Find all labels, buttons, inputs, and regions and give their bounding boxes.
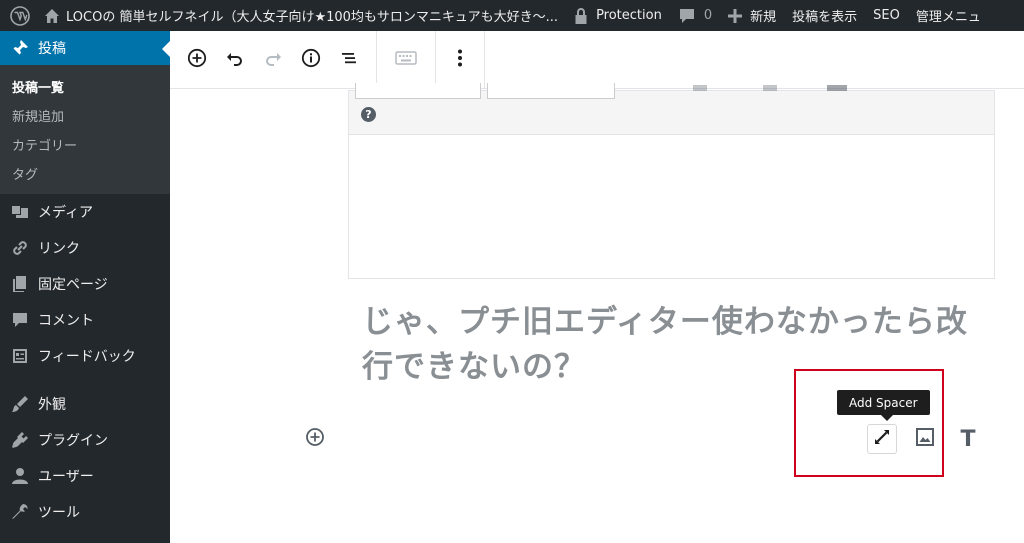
submenu-all-posts[interactable]: 投稿一覧 (0, 72, 170, 101)
plus-circle-icon (305, 427, 325, 451)
sidebar-item-label: メディア (38, 205, 94, 221)
posts-submenu: 投稿一覧 新規追加 カテゴリー タグ (0, 65, 170, 194)
editor-toolbar (170, 30, 1024, 89)
add-paragraph-button[interactable]: T (953, 424, 983, 454)
sidebar-item-plugins[interactable]: プラグイン (0, 422, 170, 458)
comment-bubble-icon (679, 8, 694, 23)
redo-button[interactable] (254, 41, 292, 79)
paragraph-text-icon: T (960, 426, 976, 452)
format-select[interactable] (355, 83, 481, 99)
editor-canvas: ? じゃ、プチ旧エディター使わなかったら改行できないの？ Add Spacer … (170, 83, 1024, 543)
sidebar-item-comments[interactable]: コメント (0, 302, 170, 338)
toolbar-divider (484, 30, 485, 89)
comment-count: 0 (703, 8, 713, 23)
keyboard-shortcuts-button[interactable] (387, 41, 425, 79)
sidebar-item-label: コメント (38, 313, 94, 329)
user-icon (10, 466, 30, 486)
sidebar-item-label: 外観 (38, 397, 66, 413)
feedback-icon (10, 346, 30, 366)
plugin-icon (10, 430, 30, 450)
plus-icon (728, 8, 743, 23)
comments-menu[interactable]: 0 (670, 0, 720, 31)
sidebar-item-label: 投稿 (38, 41, 66, 57)
sidebar-item-label: プラグイン (38, 433, 108, 449)
view-post-link[interactable]: 投稿を表示 (784, 0, 865, 31)
info-icon (301, 48, 321, 72)
link-icon (10, 238, 30, 258)
protection-menu[interactable]: Protection (566, 0, 670, 31)
site-title: LOCOの 簡単セルフネイル（大人女子向け★100均もサロンマニキュアも大好き〜… (66, 10, 559, 25)
help-icon[interactable]: ? (361, 107, 376, 122)
classic-block-toolbar: ? (349, 83, 994, 135)
sidebar-item-users[interactable]: ユーザー (0, 458, 170, 494)
submenu-categories[interactable]: カテゴリー (0, 130, 170, 159)
view-post-label: 投稿を表示 (792, 10, 858, 25)
menu-separator (0, 374, 170, 386)
undo-button[interactable] (216, 41, 254, 79)
plus-circle-icon (187, 48, 207, 72)
sidebar-item-links[interactable]: リンク (0, 230, 170, 266)
appearance-icon (10, 394, 30, 414)
undo-icon (225, 48, 245, 72)
admin-menu[interactable]: 管理メニュ (908, 0, 989, 31)
toolbar-glyph[interactable] (763, 85, 777, 91)
more-options-button[interactable] (441, 41, 479, 79)
submenu-tags[interactable]: タグ (0, 159, 170, 188)
new-content-menu[interactable]: 新規 (720, 0, 784, 31)
tools-icon (10, 502, 30, 522)
keyboard-icon (395, 50, 417, 70)
site-name-link[interactable]: LOCOの 簡単セルフネイル（大人女子向け★100均もサロンマニキュアも大好き〜… (40, 0, 566, 31)
sidebar-item-label: ツール (38, 505, 80, 521)
sidebar-item-label: ユーザー (38, 469, 94, 485)
list-icon (339, 48, 359, 72)
pin-icon (10, 38, 30, 58)
home-icon (45, 8, 59, 23)
sidebar-item-pages[interactable]: 固定ページ (0, 266, 170, 302)
sidebar-item-label: フィードバック (38, 349, 136, 365)
page-icon (10, 274, 30, 294)
new-label: 新規 (750, 10, 777, 25)
sidebar-item-label: 固定ページ (38, 277, 108, 293)
highlight-annotation (794, 369, 944, 477)
toolbar-glyph[interactable] (827, 85, 847, 91)
protection-label: Protection (596, 8, 662, 23)
redo-icon (263, 48, 283, 72)
toolbar-glyph[interactable] (693, 85, 707, 91)
sidebar-item-feedback[interactable]: フィードバック (0, 338, 170, 374)
sidebar-item-appearance[interactable]: 外観 (0, 386, 170, 422)
font-size-select[interactable] (487, 83, 615, 99)
media-icon (10, 202, 30, 222)
inline-inserter-button[interactable] (304, 428, 326, 450)
add-block-button[interactable] (178, 41, 216, 79)
admin-menu-label: 管理メニュ (915, 10, 981, 25)
admin-sidebar: 投稿 投稿一覧 新規追加 カテゴリー タグ メディア リンク 固定ページ コメン… (0, 31, 170, 543)
content-info-button[interactable] (292, 41, 330, 79)
classic-block[interactable]: ? (348, 83, 995, 279)
submenu-add-new[interactable]: 新規追加 (0, 101, 170, 130)
block-navigation-button[interactable] (330, 41, 368, 79)
sidebar-item-tools[interactable]: ツール (0, 494, 170, 530)
sidebar-item-label: リンク (38, 241, 80, 257)
seo-menu[interactable]: SEO (865, 0, 908, 31)
seo-label: SEO (873, 8, 900, 23)
sidebar-item-media[interactable]: メディア (0, 194, 170, 230)
more-vertical-icon (457, 48, 463, 72)
comment-icon (10, 310, 30, 330)
admin-bar: LOCOの 簡単セルフネイル（大人女子向け★100均もサロンマニキュアも大好き〜… (0, 0, 1024, 31)
sidebar-item-posts[interactable]: 投稿 (0, 31, 170, 65)
lock-icon (575, 7, 587, 24)
wordpress-logo-icon[interactable] (0, 0, 40, 31)
